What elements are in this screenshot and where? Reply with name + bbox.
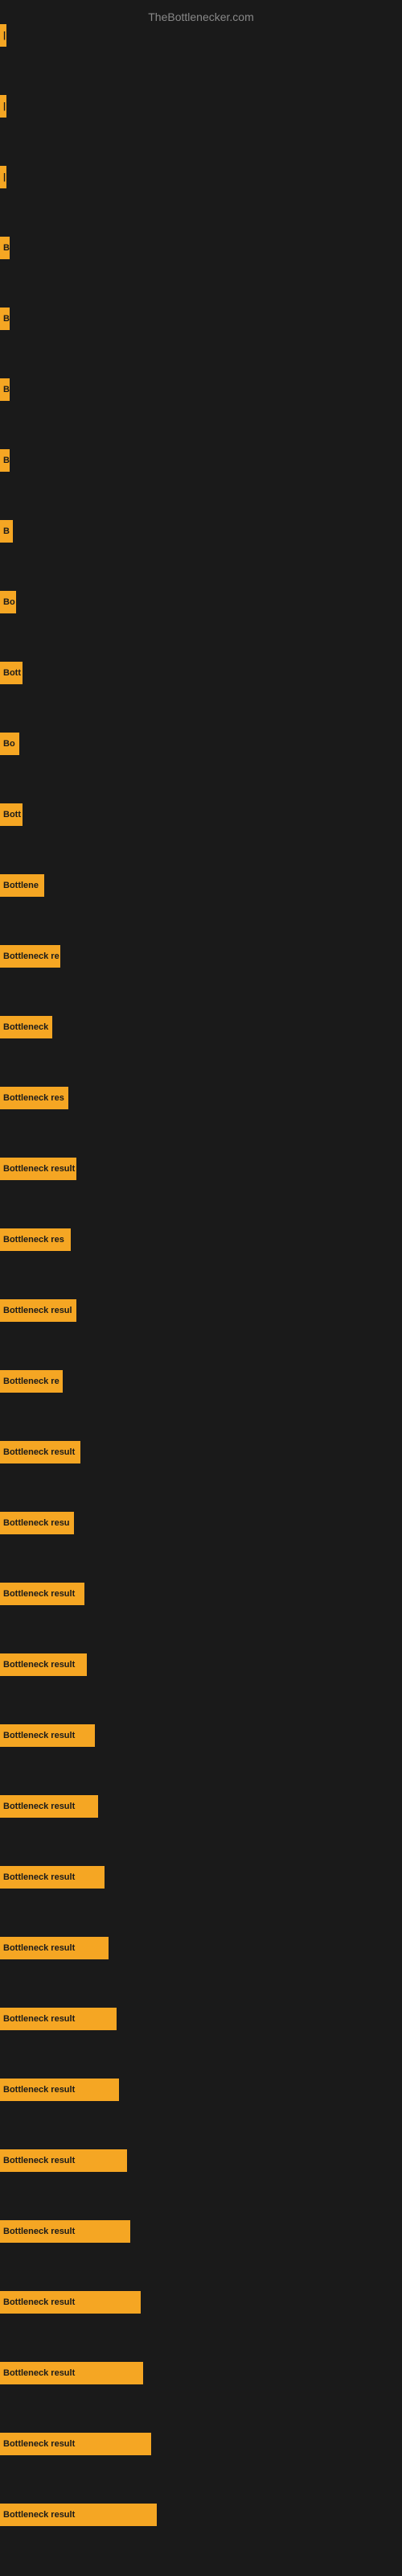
bar-item-29: Bottleneck result — [0, 2008, 117, 2030]
bar-item-20: Bottleneck re — [0, 1370, 63, 1393]
bar-item-22: Bottleneck resu — [0, 1512, 74, 1534]
bar-item-19: Bottleneck resul — [0, 1299, 76, 1322]
bar-label-30: Bottleneck result — [3, 2085, 75, 2095]
bar-label-23: Bottleneck result — [3, 1589, 75, 1599]
bar-label-5: B — [3, 314, 10, 324]
bar-label-16: Bottleneck res — [3, 1093, 64, 1103]
bar-item-17: Bottleneck result — [0, 1158, 76, 1180]
bar-item-10: Bott — [0, 662, 23, 684]
bar-item-28: Bottleneck result — [0, 1937, 109, 1959]
bar-item-9: Bo — [0, 591, 16, 613]
bar-label-15: Bottleneck — [3, 1022, 48, 1032]
bar-label-13: Bottlene — [3, 881, 39, 890]
bar-label-17: Bottleneck result — [3, 1164, 75, 1174]
bar-label-22: Bottleneck resu — [3, 1518, 70, 1528]
bar-item-32: Bottleneck result — [0, 2220, 130, 2243]
bar-item-30: Bottleneck result — [0, 2079, 119, 2101]
bar-item-21: Bottleneck result — [0, 1441, 80, 1463]
bar-item-31: Bottleneck result — [0, 2149, 127, 2172]
bar-item-4: B — [0, 237, 10, 259]
bar-item-6: B — [0, 378, 10, 401]
bar-item-16: Bottleneck res — [0, 1087, 68, 1109]
bar-label-19: Bottleneck resul — [3, 1306, 72, 1315]
bar-label-21: Bottleneck result — [3, 1447, 75, 1457]
bars-container: | | | B B B B B Bo Bott Bo Bott Bottlene Bottleneck r… — [0, 24, 402, 2526]
bar-label-7: B — [3, 456, 10, 465]
bar-label-14: Bottleneck re — [3, 952, 59, 961]
bar-item-8: B — [0, 520, 13, 543]
bar-item-15: Bottleneck — [0, 1016, 52, 1038]
bar-item-27: Bottleneck result — [0, 1866, 105, 1889]
bar-label-18: Bottleneck res — [3, 1235, 64, 1245]
bar-label-36: Bottleneck result — [3, 2510, 75, 2520]
bar-item-7: B — [0, 449, 10, 472]
bar-label-2: | — [3, 101, 6, 111]
bar-item-35: Bottleneck result — [0, 2433, 151, 2455]
bar-item-36: Bottleneck result — [0, 2504, 157, 2526]
bar-label-32: Bottleneck result — [3, 2227, 75, 2236]
bar-item-5: B — [0, 308, 10, 330]
bar-label-4: B — [3, 243, 10, 253]
bar-label-35: Bottleneck result — [3, 2439, 75, 2449]
bar-item-2: | — [0, 95, 6, 118]
bar-label-31: Bottleneck result — [3, 2156, 75, 2165]
bar-item-14: Bottleneck re — [0, 945, 60, 968]
bar-label-9: Bo — [3, 597, 15, 607]
bar-label-11: Bo — [3, 739, 15, 749]
bar-label-12: Bott — [3, 810, 21, 819]
bar-label-29: Bottleneck result — [3, 2014, 75, 2024]
bar-item-34: Bottleneck result — [0, 2362, 143, 2384]
bar-item-12: Bott — [0, 803, 23, 826]
bar-label-33: Bottleneck result — [3, 2297, 75, 2307]
bar-label-20: Bottleneck re — [3, 1377, 59, 1386]
bar-label-26: Bottleneck result — [3, 1802, 75, 1811]
bar-item-26: Bottleneck result — [0, 1795, 98, 1818]
bar-item-1: | — [0, 24, 6, 47]
bar-label-27: Bottleneck result — [3, 1872, 75, 1882]
bar-item-11: Bo — [0, 733, 19, 755]
bar-item-3: | — [0, 166, 6, 188]
bar-label-25: Bottleneck result — [3, 1731, 75, 1740]
bar-label-1: | — [3, 31, 6, 40]
bar-item-33: Bottleneck result — [0, 2291, 141, 2314]
bar-item-13: Bottlene — [0, 874, 44, 897]
bar-item-25: Bottleneck result — [0, 1724, 95, 1747]
bar-item-24: Bottleneck result — [0, 1653, 87, 1676]
bar-label-34: Bottleneck result — [3, 2368, 75, 2378]
bar-label-3: | — [3, 172, 6, 182]
bar-label-10: Bott — [3, 668, 21, 678]
bar-item-18: Bottleneck res — [0, 1228, 71, 1251]
bar-label-6: B — [3, 385, 10, 394]
bar-label-24: Bottleneck result — [3, 1660, 75, 1670]
bar-label-8: B — [3, 526, 10, 536]
bar-label-28: Bottleneck result — [3, 1943, 75, 1953]
bar-item-23: Bottleneck result — [0, 1583, 84, 1605]
